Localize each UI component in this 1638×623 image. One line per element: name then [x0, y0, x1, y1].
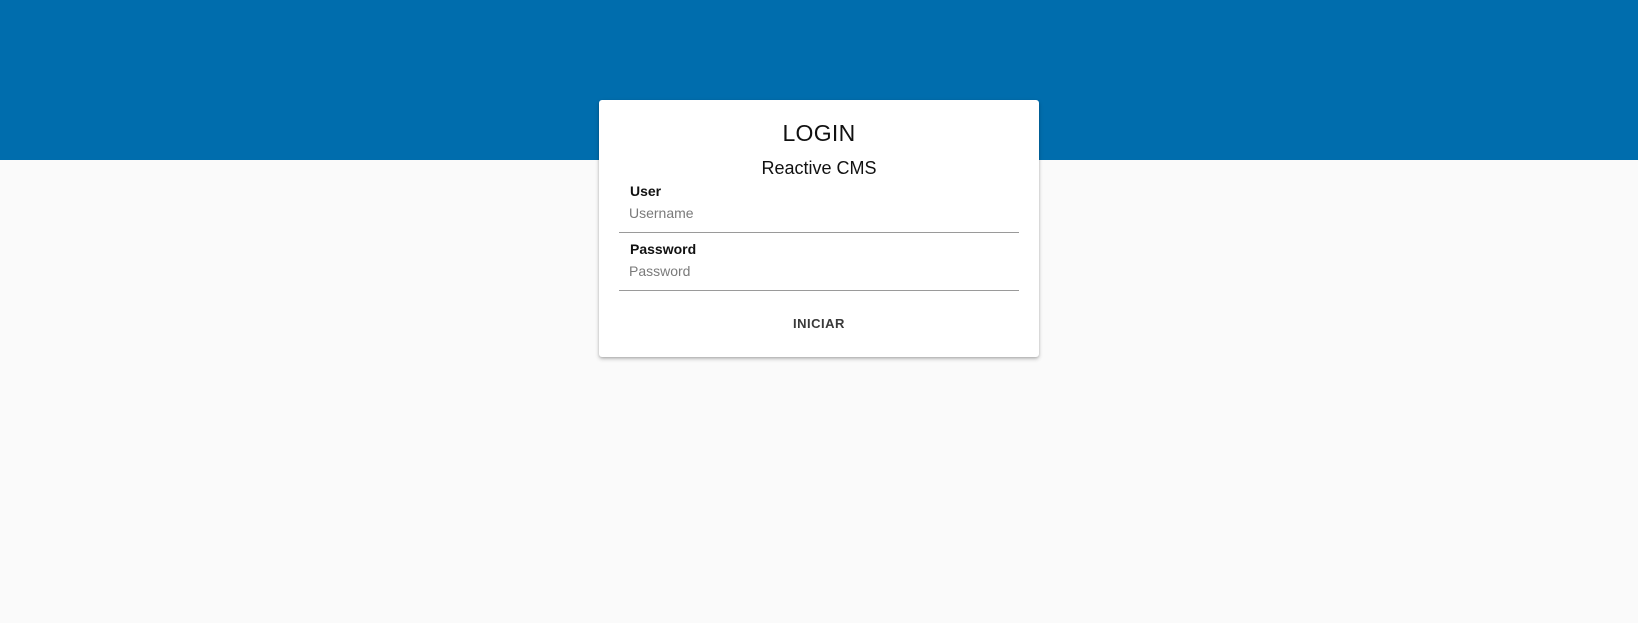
password-input[interactable]: [627, 258, 1015, 284]
app-name: Reactive CMS: [761, 158, 877, 178]
login-card: LOGIN Reactive CMS User Password INICIAR: [599, 100, 1039, 357]
password-label: Password: [630, 241, 697, 257]
username-input[interactable]: [627, 200, 1015, 226]
password-field: Password: [619, 236, 1019, 291]
login-title: LOGIN: [782, 120, 856, 146]
user-label: User: [630, 183, 662, 199]
login-button[interactable]: INICIAR: [769, 306, 869, 340]
user-field: User: [619, 178, 1019, 233]
